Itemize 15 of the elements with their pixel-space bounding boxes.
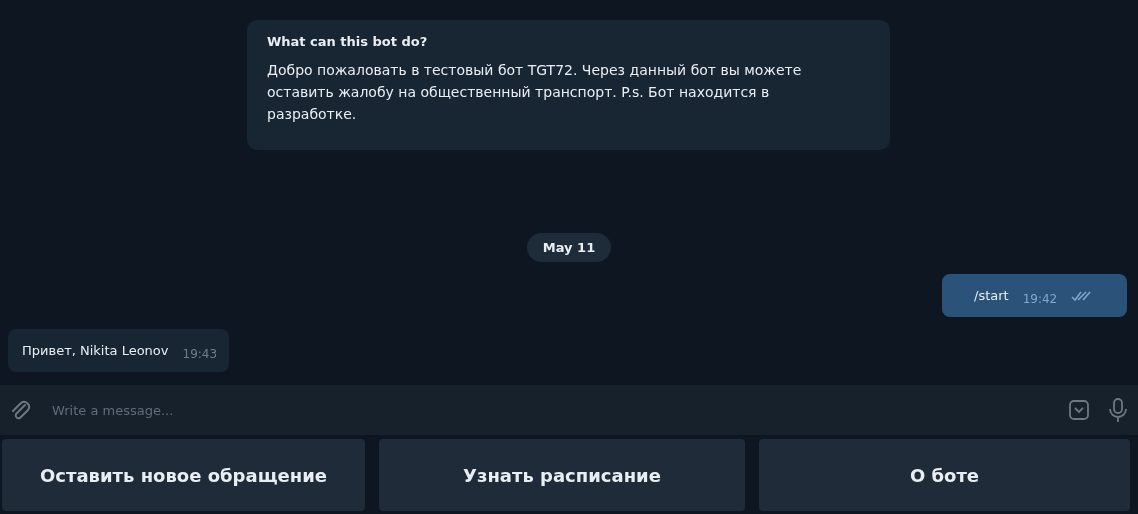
message-text: Привет, Nikita Leonov (22, 343, 169, 358)
keyboard-button[interactable]: О боте (759, 439, 1130, 511)
keyboard-button[interactable]: Оставить новое обращение (2, 439, 365, 511)
attach-icon[interactable] (10, 398, 32, 422)
message-input[interactable]: Write a message... (50, 394, 1050, 426)
message-composer[interactable]: Write a message... (0, 385, 1138, 435)
keyboard-toggle-icon[interactable] (1068, 399, 1090, 421)
bot-info-text: Добро пожаловать в тестовый бот TGT72. Через данный бот вы можете оставить жалобу на общественный транспорт. P.s. Бот находится в разработке. (267, 61, 803, 124)
message-time: 19:42 (1022, 291, 1058, 306)
message-time: 19:43 (182, 346, 218, 361)
date-separator: May 11 (526, 233, 612, 262)
microphone-icon[interactable] (1108, 397, 1128, 423)
bot-info-title: What can this bot do? (267, 34, 429, 49)
keyboard-button[interactable]: Узнать расписание (379, 439, 745, 511)
message-text: /start (974, 288, 1009, 303)
